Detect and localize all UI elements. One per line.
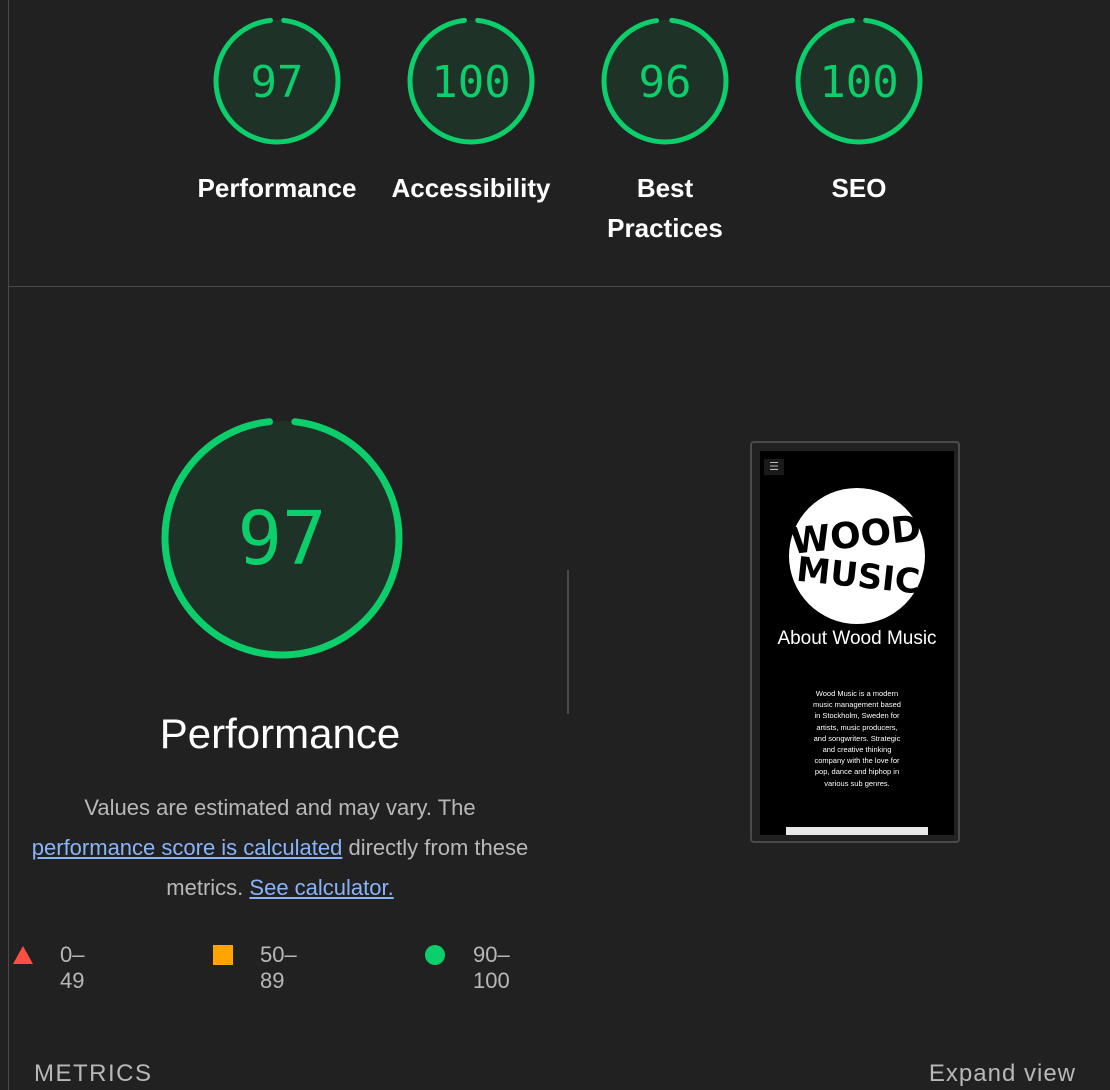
gauge-label: Best Practices (607, 173, 723, 243)
triangle-icon (13, 946, 33, 964)
gauge-label: SEO (831, 173, 887, 203)
metrics-heading: METRICS (34, 1060, 153, 1087)
vertical-divider (567, 570, 569, 714)
legend-range: 50–89 (260, 942, 297, 993)
gauge-ring: 97 (161, 417, 403, 659)
gauge-label: Performance (197, 173, 357, 203)
final-screenshot[interactable]: ☰ WOOD MUSIC About Wood Music Wood Music… (750, 441, 960, 843)
legend-range: 0–49 (60, 942, 85, 993)
gauge-best-practices[interactable]: 96 Best Practices (565, 16, 765, 248)
screenshot-about-body: Wood Music is a modern music management … (813, 689, 901, 788)
gauge-score: 100 (819, 57, 898, 108)
gauge-ring: 100 (795, 17, 923, 145)
gauge-ring: 100 (407, 17, 535, 145)
gauge-ring: 96 (601, 17, 729, 145)
score-calculated-link[interactable]: performance score is calculated (32, 835, 343, 860)
gauge-score: 97 (251, 57, 304, 108)
desc-prefix: Values are estimated and may vary. The (84, 795, 476, 820)
left-border (8, 0, 9, 1090)
screenshot-about-title: About Wood Music (777, 628, 937, 649)
gauge-score: 96 (639, 57, 692, 108)
wood-music-logo: WOOD MUSIC (789, 488, 925, 624)
circle-icon (425, 945, 445, 965)
performance-gauge-large: 97 (160, 416, 404, 665)
gauge-accessibility[interactable]: 100 Accessibility (371, 16, 571, 208)
gauge-label: Accessibility (391, 173, 551, 203)
hamburger-menu-icon: ☰ (764, 459, 784, 475)
square-icon (213, 945, 233, 965)
legend-range: 90–100 (473, 942, 510, 993)
screenshot-image-strip (786, 827, 928, 835)
gauge-score: 100 (431, 57, 510, 108)
expand-view-button[interactable]: Expand view (929, 1060, 1076, 1088)
performance-title: Performance (159, 710, 401, 757)
screenshot-screen: ☰ WOOD MUSIC About Wood Music Wood Music… (760, 451, 954, 835)
performance-description: Values are estimated and may vary. The p… (30, 788, 530, 908)
gauge-ring: 97 (213, 17, 341, 145)
gauge-seo[interactable]: 100 SEO (759, 16, 959, 208)
gauge-performance[interactable]: 97 Performance (177, 16, 377, 208)
performance-score: 97 (237, 496, 326, 582)
see-calculator-link[interactable]: See calculator. (249, 875, 393, 900)
section-divider (9, 286, 1110, 287)
